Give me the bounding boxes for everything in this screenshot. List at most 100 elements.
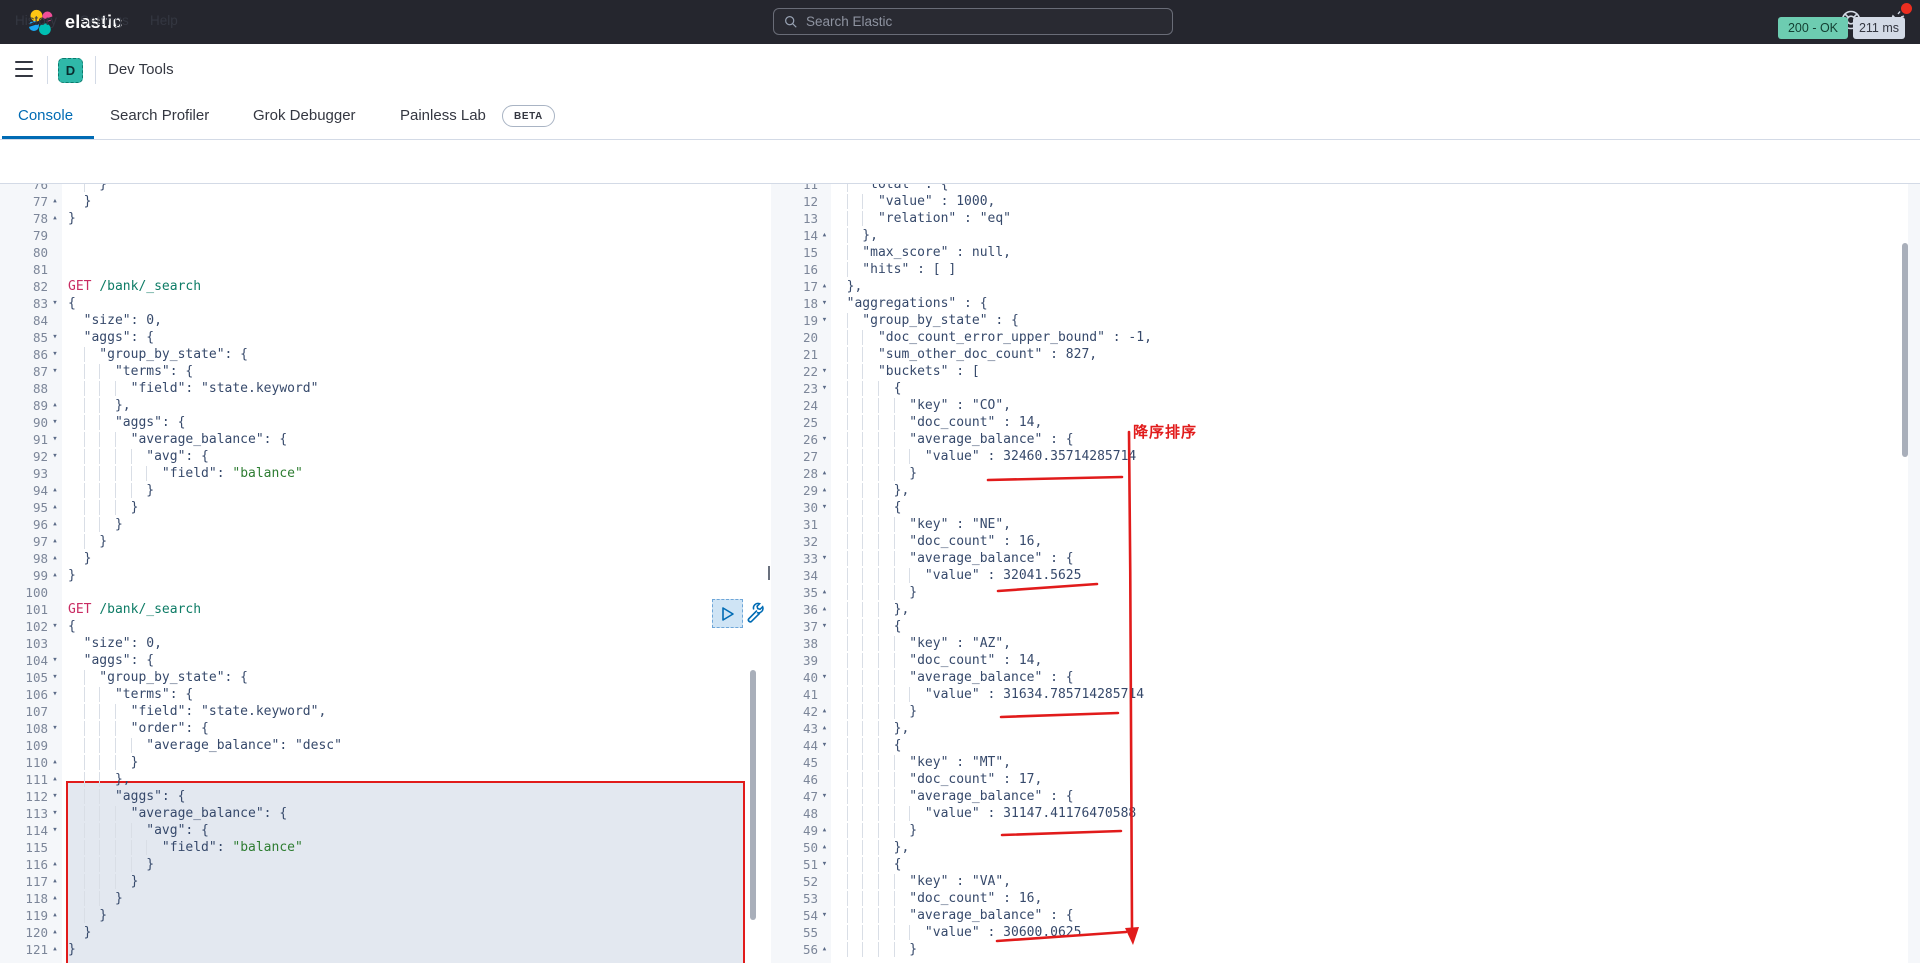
code-line[interactable]: 99▴} — [0, 567, 760, 584]
code-line[interactable]: 23▾ { — [771, 380, 1920, 397]
code-line[interactable]: 90▾ "aggs": { — [0, 414, 760, 431]
code-line[interactable]: 52 "key" : "VA", — [771, 873, 1920, 890]
fold-toggle-icon[interactable]: ▴ — [48, 533, 62, 550]
fold-toggle-icon[interactable]: ▴ — [48, 941, 62, 958]
code-line[interactable]: 56▴ } — [771, 941, 1920, 958]
code-line[interactable]: 96▴ } — [0, 516, 760, 533]
code-line[interactable]: 86▾ "group_by_state": { — [0, 346, 760, 363]
code-line[interactable]: 50▴ }, — [771, 839, 1920, 856]
code-line[interactable]: 33▾ "average_balance" : { — [771, 550, 1920, 567]
code-line[interactable]: 21 "sum_other_doc_count" : 827, — [771, 346, 1920, 363]
code-line[interactable]: 24 "key" : "CO", — [771, 397, 1920, 414]
code-line[interactable]: 84 "size": 0, — [0, 312, 760, 329]
code-line[interactable]: 37▾ { — [771, 618, 1920, 635]
fold-toggle-icon[interactable]: ▾ — [818, 737, 831, 754]
fold-toggle-icon[interactable]: ▾ — [48, 329, 62, 346]
fold-toggle-icon[interactable]: ▴ — [48, 924, 62, 941]
response-viewer[interactable]: 11 "total" : {12 "value" : 1000,13 "rela… — [771, 184, 1920, 963]
code-line[interactable]: 117▴ } — [0, 873, 760, 890]
code-line[interactable]: 38 "key" : "AZ", — [771, 635, 1920, 652]
fold-toggle-icon[interactable]: ▴ — [48, 907, 62, 924]
menu-history[interactable]: History — [15, 13, 57, 28]
tab-search-profiler[interactable]: Search Profiler — [110, 92, 209, 139]
fold-toggle-icon[interactable]: ▾ — [818, 669, 831, 686]
code-line[interactable]: 119▴ } — [0, 907, 760, 924]
code-line[interactable]: 85▾ "aggs": { — [0, 329, 760, 346]
fold-toggle-icon[interactable]: ▴ — [48, 550, 62, 567]
code-line[interactable]: 100 — [0, 584, 760, 601]
tab-painless-lab[interactable]: Painless Lab — [400, 92, 486, 139]
code-line[interactable]: 42▴ } — [771, 703, 1920, 720]
fold-toggle-icon[interactable]: ▾ — [48, 363, 62, 380]
code-line[interactable]: 88 "field": "state.keyword" — [0, 380, 760, 397]
fold-toggle-icon[interactable]: ▾ — [48, 669, 62, 686]
code-line[interactable]: 89▴ }, — [0, 397, 760, 414]
fold-toggle-icon[interactable]: ▾ — [48, 720, 62, 737]
tab-console[interactable]: Console — [18, 92, 73, 139]
left-scrollbar[interactable] — [750, 670, 756, 920]
fold-toggle-icon[interactable]: ▾ — [818, 618, 831, 635]
fold-toggle-icon[interactable]: ▴ — [818, 227, 831, 244]
fold-toggle-icon[interactable]: ▴ — [818, 278, 831, 295]
fold-toggle-icon[interactable]: ▾ — [818, 380, 831, 397]
code-line[interactable]: 118▴ } — [0, 890, 760, 907]
code-line[interactable]: 78▴} — [0, 210, 760, 227]
fold-toggle-icon[interactable]: ▾ — [48, 686, 62, 703]
code-line[interactable]: 47▾ "average_balance" : { — [771, 788, 1920, 805]
fold-toggle-icon[interactable]: ▾ — [48, 788, 62, 805]
code-line[interactable]: 11 "total" : { — [771, 184, 1920, 193]
global-search-input[interactable]: Search Elastic — [773, 8, 1173, 35]
code-line[interactable]: 98▴ } — [0, 550, 760, 567]
fold-toggle-icon[interactable]: ▴ — [818, 720, 831, 737]
code-line[interactable]: 16 "hits" : [ ] — [771, 261, 1920, 278]
menu-toggle-icon[interactable] — [15, 61, 33, 78]
code-line[interactable]: 43▴ }, — [771, 720, 1920, 737]
code-line[interactable]: 46 "doc_count" : 17, — [771, 771, 1920, 788]
code-line[interactable]: 107 "field": "state.keyword", — [0, 703, 760, 720]
code-line[interactable]: 44▾ { — [771, 737, 1920, 754]
code-line[interactable]: 105▾ "group_by_state": { — [0, 669, 760, 686]
tab-grok-debugger[interactable]: Grok Debugger — [253, 92, 356, 139]
code-line[interactable]: 97▴ } — [0, 533, 760, 550]
code-line[interactable]: 48 "value" : 31147.41176470588 — [771, 805, 1920, 822]
code-line[interactable]: 14▴ }, — [771, 227, 1920, 244]
fold-toggle-icon[interactable]: ▴ — [48, 499, 62, 516]
request-options-wrench-icon[interactable] — [744, 601, 767, 625]
code-line[interactable]: 92▾ "avg": { — [0, 448, 760, 465]
code-line[interactable]: 18▾ "aggregations" : { — [771, 295, 1920, 312]
code-line[interactable]: 41 "value" : 31634.785714285714 — [771, 686, 1920, 703]
fold-toggle-icon[interactable]: ▴ — [48, 397, 62, 414]
fold-toggle-icon[interactable]: ▾ — [818, 499, 831, 516]
code-line[interactable]: 102▾{ — [0, 618, 760, 635]
fold-toggle-icon[interactable]: ▴ — [818, 465, 831, 482]
code-line[interactable]: 39 "doc_count" : 14, — [771, 652, 1920, 669]
code-line[interactable]: 83▾{ — [0, 295, 760, 312]
menu-help[interactable]: Help — [150, 13, 178, 28]
code-line[interactable]: 12 "value" : 1000, — [771, 193, 1920, 210]
code-line[interactable]: 53 "doc_count" : 16, — [771, 890, 1920, 907]
code-line[interactable]: 121▴} — [0, 941, 760, 958]
code-line[interactable]: 94▴ } — [0, 482, 760, 499]
fold-toggle-icon[interactable]: ▴ — [48, 482, 62, 499]
fold-toggle-icon[interactable]: ▴ — [48, 210, 62, 227]
fold-toggle-icon[interactable]: ▴ — [48, 771, 62, 788]
code-line[interactable]: 28▴ } — [771, 465, 1920, 482]
code-line[interactable]: 51▾ { — [771, 856, 1920, 873]
code-line[interactable]: 108▾ "order": { — [0, 720, 760, 737]
code-line[interactable]: 109 "average_balance": "desc" — [0, 737, 760, 754]
code-line[interactable]: 116▴ } — [0, 856, 760, 873]
fold-toggle-icon[interactable]: ▴ — [818, 584, 831, 601]
code-line[interactable]: 93 "field": "balance" — [0, 465, 760, 482]
code-line[interactable]: 26▾ "average_balance" : { — [771, 431, 1920, 448]
code-line[interactable]: 106▾ "terms": { — [0, 686, 760, 703]
fold-toggle-icon[interactable]: ▾ — [818, 363, 831, 380]
fold-toggle-icon[interactable]: ▴ — [818, 822, 831, 839]
fold-toggle-icon[interactable]: ▾ — [818, 550, 831, 567]
send-request-button[interactable] — [712, 599, 743, 628]
code-line[interactable]: 120▴ } — [0, 924, 760, 941]
code-line[interactable]: 80 — [0, 244, 760, 261]
code-line[interactable]: 82GET /bank/_search — [0, 278, 760, 295]
code-line[interactable]: 91▾ "average_balance": { — [0, 431, 760, 448]
fold-toggle-icon[interactable]: ▾ — [48, 448, 62, 465]
code-line[interactable]: 114▾ "avg": { — [0, 822, 760, 839]
